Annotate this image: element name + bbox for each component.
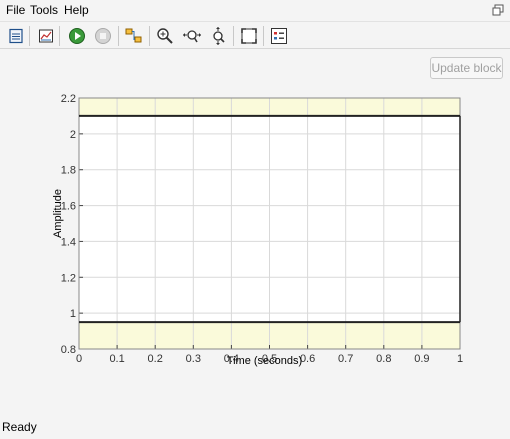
y-tick-label: 1.2: [61, 272, 76, 284]
y-tick-label: 1.8: [61, 165, 76, 177]
x-tick-label: 0.1: [109, 353, 124, 365]
y-tick-label: 1: [70, 308, 76, 320]
x-tick-label: 0.7: [338, 353, 353, 365]
x-tick-label: 0: [76, 353, 82, 365]
y-tick-label: 2: [70, 129, 76, 141]
scope-plot: 0 0.1 0.2 0.3 0.4 0.5 0.6 0.7 0.8 0.9 10.811.21.41…: [52, 93, 463, 367]
x-tick-label: 0.8: [376, 353, 391, 365]
x-axis-label: Time (seconds): [227, 355, 302, 367]
x-tick-label: 0.2: [148, 353, 163, 365]
y-tick-label: 0.8: [61, 344, 76, 356]
y-tick-label: 2.2: [61, 93, 76, 105]
y-axis-label: Amplitude: [52, 189, 64, 238]
status-bar-text: Ready: [2, 420, 37, 434]
x-tick-label: 0.6: [300, 353, 315, 365]
x-tick-label: 0.9: [414, 353, 429, 365]
x-tick-label: 0.3: [186, 353, 201, 365]
x-tick-label: 1: [457, 353, 463, 365]
